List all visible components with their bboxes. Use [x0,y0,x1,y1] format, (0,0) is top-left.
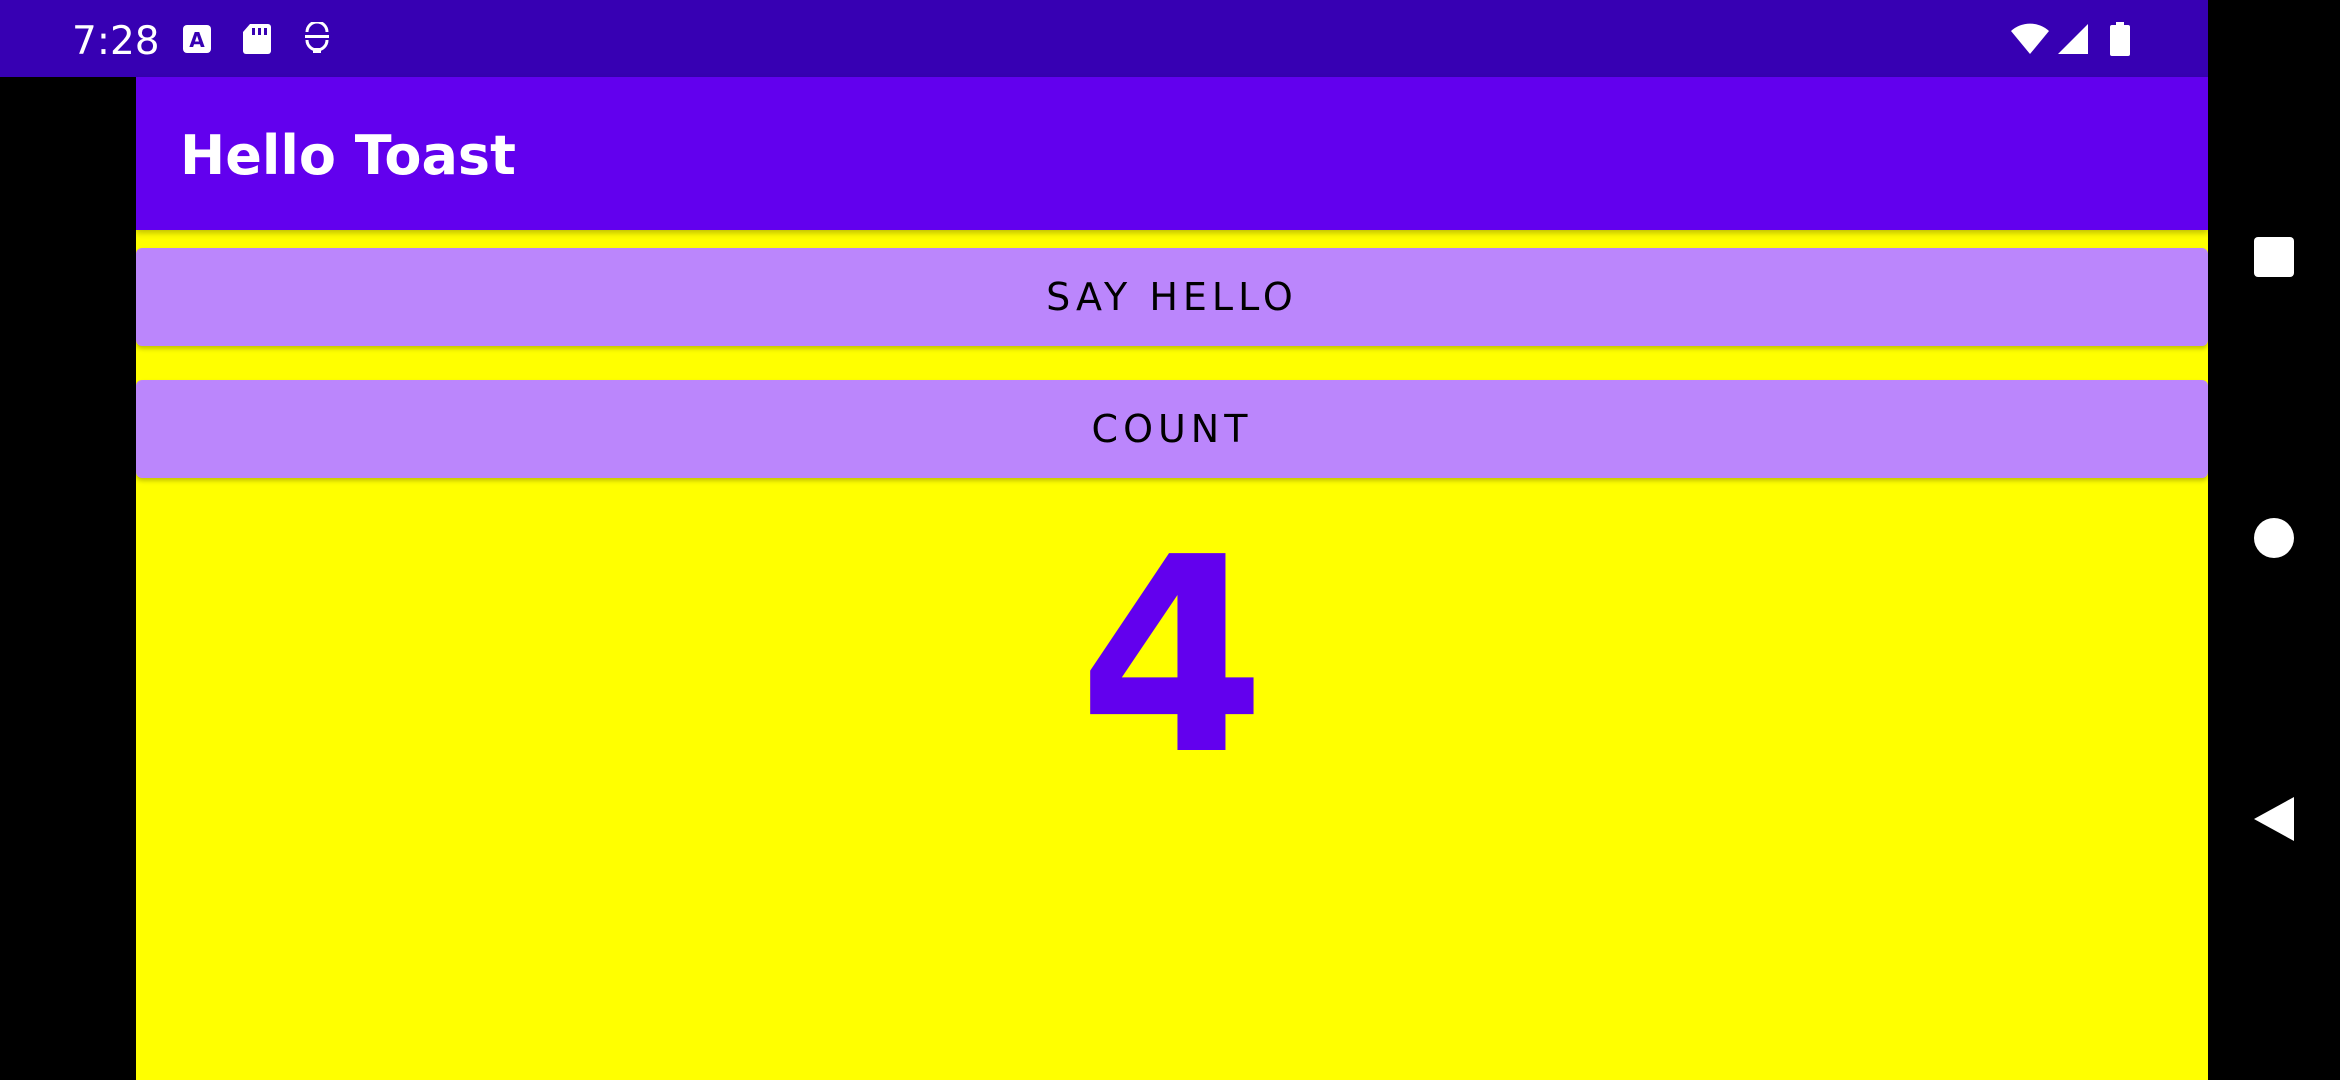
cellular-signal-icon [2056,22,2090,56]
home-circle-icon [2252,516,2296,564]
recents-button[interactable] [2208,199,2340,319]
app-content: Hello Toast SAY HELLO COUNT 4 [136,77,2208,1080]
font-notification-icon: A [180,22,214,56]
app-title: Hello Toast [180,124,516,187]
device-screen: 7:28 A Hello Toast SAY HELLO COUNT 4 [0,0,2340,1080]
navigation-bar [2208,0,2340,1080]
status-time: 7:28 [72,19,160,64]
sd-card-icon [240,22,274,56]
back-button[interactable] [2208,761,2340,881]
say-hello-button[interactable]: SAY HELLO [136,248,2208,346]
recents-square-icon [2252,235,2296,283]
battery-icon [2108,22,2132,56]
home-button[interactable] [2208,480,2340,600]
status-bar: 7:28 A [0,0,2208,77]
count-display: 4 [1078,499,1266,814]
back-triangle-icon [2252,795,2296,847]
app-bar: Hello Toast [136,77,2208,230]
svg-text:A: A [189,28,205,52]
wifi-icon [2010,22,2050,56]
count-button[interactable]: COUNT [136,380,2208,478]
emoji-test-icon [300,20,334,56]
